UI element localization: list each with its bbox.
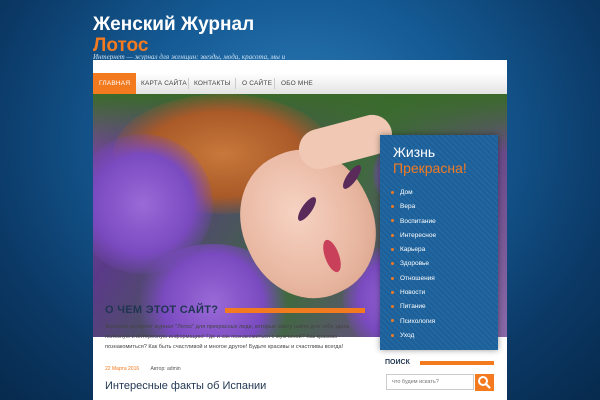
category-item[interactable]: Дом [391,186,436,200]
category-item-label[interactable]: Вера [400,203,415,210]
bullet-icon [391,276,394,280]
top-strip [93,60,507,73]
bullet-icon [391,305,394,309]
post-date: 22 Марта 2016 [105,366,140,372]
category-item[interactable]: Питание [391,300,436,314]
about-heading-bar [225,308,365,313]
nav-item-about-site[interactable]: О САЙТЕ [242,73,272,94]
bullet-icon [391,247,394,251]
category-item-label[interactable]: Питание [400,303,426,310]
category-item[interactable]: Новости [391,286,436,300]
category-item[interactable]: Здоровье [391,257,436,271]
category-item-label[interactable]: Уход [400,332,414,339]
category-item[interactable]: Воспитание [391,215,436,229]
search-icon [478,376,491,389]
category-item[interactable]: Интересное [391,229,436,243]
category-panel-title-line2: Прекрасна! [393,160,467,176]
site-title-line1[interactable]: Женский Журнал [93,14,254,35]
nav-separator [188,78,189,89]
nav-separator [274,78,275,89]
category-item[interactable]: Карьера [391,243,436,257]
about-heading: О ЧЕМ ЭТОТ САЙТ? [105,304,219,316]
category-item-label[interactable]: Новости [400,289,425,296]
search-input[interactable] [386,374,474,390]
category-list: Дом Вера Воспитание Интересное Карьера З… [391,186,436,343]
category-item-label[interactable]: Карьера [400,246,425,253]
category-item[interactable]: Психология [391,315,436,329]
category-item-label[interactable]: Психология [400,318,435,325]
bullet-icon [391,190,394,194]
category-item-label[interactable]: Отношения [400,275,435,282]
category-item[interactable]: Уход [391,329,436,343]
category-panel: Жизнь Прекрасна! Дом Вера Воспитание Инт… [380,135,498,350]
site-title[interactable]: Женский Журнал Лотос [93,14,254,56]
post-title[interactable]: Интересные факты об Испании [105,380,266,392]
nav-item-home[interactable]: ГЛАВНАЯ [93,73,137,94]
bullet-icon [391,319,394,323]
bullet-icon [391,233,394,237]
nav-item-about-me[interactable]: ОБО МНЕ [281,73,313,94]
bullet-icon [391,262,394,266]
nav-item-sitemap[interactable]: КАРТА САЙТА [141,73,187,94]
post-author[interactable]: Автор: admin [151,366,181,372]
nav-separator [235,78,236,89]
category-item[interactable]: Отношения [391,272,436,286]
bullet-icon [391,333,394,337]
post-meta: 22 Марта 2016 Автор: admin [105,366,181,372]
category-item-label[interactable]: Воспитание [400,218,436,225]
category-item-label[interactable]: Интересное [400,232,436,239]
category-item[interactable]: Вера [391,200,436,214]
category-item-label[interactable]: Дом [400,189,413,196]
search-heading-bar [420,361,494,365]
category-panel-title-line1: Жизнь [393,144,436,160]
main-nav: ГЛАВНАЯ КАРТА САЙТА КОНТАКТЫ О САЙТЕ ОБО… [93,73,507,95]
search-heading: ПОИСК [385,359,410,366]
category-item-label[interactable]: Здоровье [400,260,429,267]
bullet-icon [391,205,394,209]
bullet-icon [391,290,394,294]
about-text: Женский интернет журнал "Лотос" для прек… [105,324,350,350]
bullet-icon [391,219,394,223]
category-panel-title: Жизнь Прекрасна! [393,144,467,176]
nav-item-contacts[interactable]: КОНТАКТЫ [194,73,231,94]
search-button[interactable] [475,374,494,391]
